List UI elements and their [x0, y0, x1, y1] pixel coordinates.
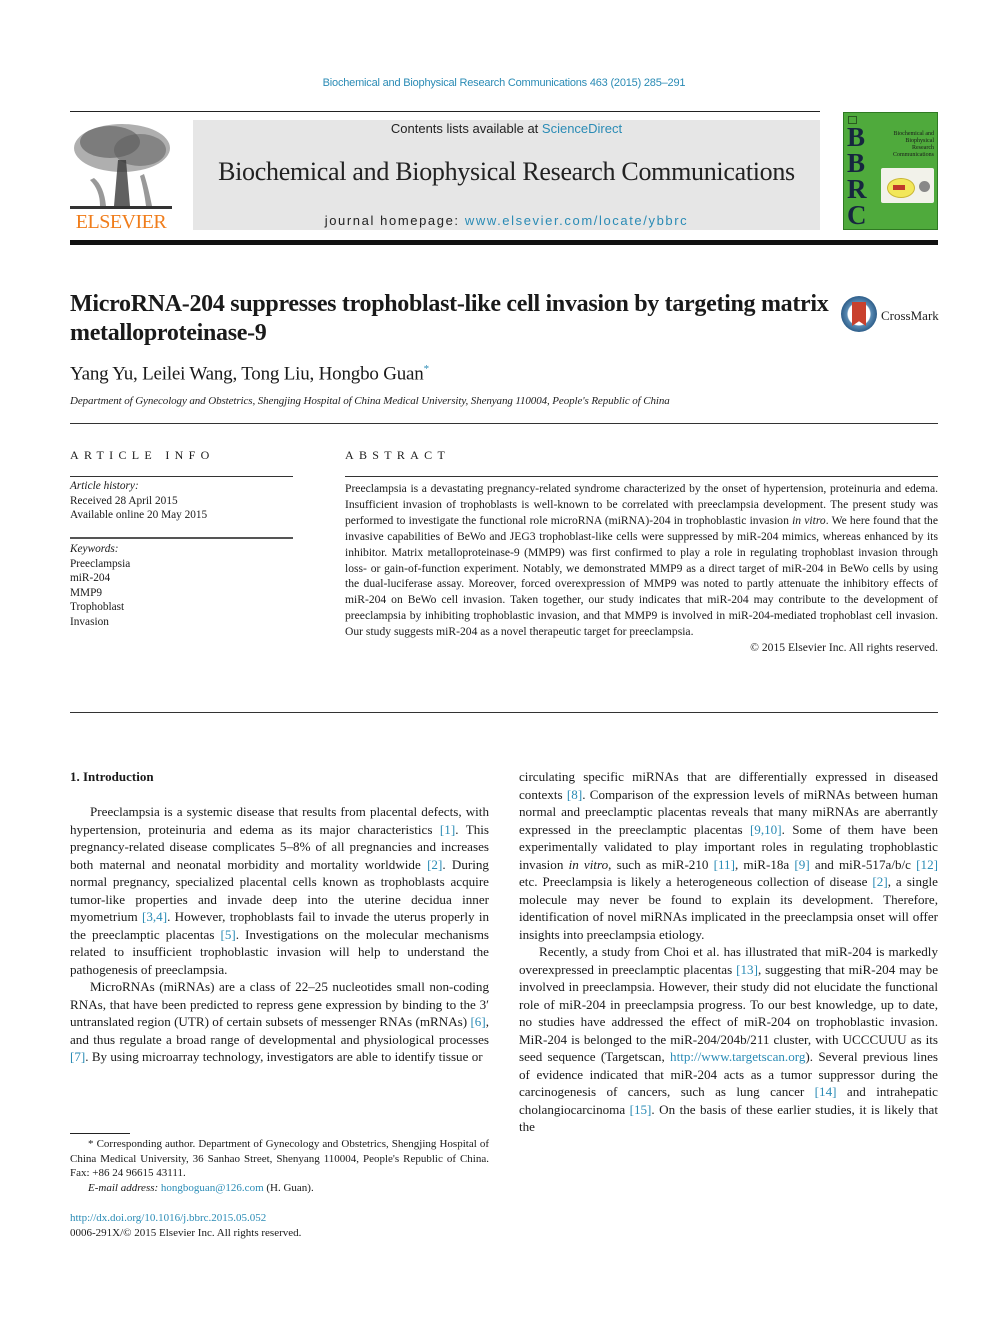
- contents-prefix: Contents lists available at: [390, 121, 542, 136]
- affiliation: Department of Gynecology and Obstetrics,…: [70, 395, 670, 407]
- cover-title-line: Biophysical: [905, 138, 934, 144]
- italic-term: in vitro: [568, 856, 609, 872]
- url-link[interactable]: http://www.targetscan.org: [670, 1049, 805, 1064]
- homepage-line: journal homepage: www.elsevier.com/locat…: [193, 213, 820, 228]
- citation-link[interactable]: [2]: [872, 874, 887, 889]
- article-title: MicroRNA-204 suppresses trophoblast-like…: [70, 291, 829, 346]
- journal-cover-thumbnail[interactable]: B B R C Biochemical and Biophysical Rese…: [843, 112, 938, 230]
- footnote-rule: [70, 1133, 130, 1134]
- abstract-text-part: . We here found that the invasive capabi…: [345, 513, 939, 639]
- cover-letter: R: [847, 174, 867, 204]
- email-suffix: (H. Guan).: [263, 1181, 314, 1194]
- cover-illustration-icon: [881, 168, 934, 203]
- section-heading-introduction: 1. Introduction: [70, 769, 154, 784]
- cover-letter: B: [847, 148, 866, 178]
- elsevier-wordmark: ELSEVIER: [75, 211, 167, 233]
- paragraph-text: , miR-18a: [734, 856, 795, 872]
- citation-link[interactable]: [8]: [567, 787, 582, 802]
- left-column: Preeclampsia is a systemic disease that …: [70, 803, 489, 1066]
- citation-link[interactable]: [3,4]: [142, 909, 167, 924]
- intro-paragraph: circulating specific miRNAs that are dif…: [519, 768, 938, 943]
- doi-block: http://dx.doi.org/10.1016/j.bbrc.2015.05…: [70, 1211, 301, 1241]
- intro-paragraph: MicroRNAs (miRNAs) are a class of 22–25 …: [70, 978, 489, 1066]
- cover-title-line: Biochemical and: [893, 131, 935, 137]
- paragraph-text: MicroRNAs (miRNAs) are a class of 22–25 …: [70, 979, 489, 1029]
- history-label: Article history:: [70, 480, 139, 492]
- homepage-prefix: journal homepage:: [324, 213, 465, 228]
- corresponding-author-mark[interactable]: *: [424, 363, 430, 375]
- citation-link[interactable]: [11]: [714, 857, 735, 872]
- citation-link[interactable]: [7]: [70, 1049, 85, 1064]
- keyword: Invasion: [70, 615, 109, 628]
- citation-link[interactable]: [15]: [630, 1102, 652, 1117]
- abstract-copyright: © 2015 Elsevier Inc. All rights reserved…: [750, 641, 938, 655]
- journal-masthead: Contents lists available at ScienceDirec…: [193, 120, 820, 230]
- citation-link[interactable]: [9,10]: [750, 822, 782, 837]
- abstract-body: Preeclampsia is a devastating pregnancy-…: [345, 481, 938, 656]
- paragraph-text: . By using microarray technology, invest…: [85, 1049, 483, 1064]
- sciencedirect-link[interactable]: ScienceDirect: [542, 121, 622, 136]
- citation-link[interactable]: [9]: [794, 857, 809, 872]
- cover-letter: B: [847, 122, 866, 152]
- issn-copyright: 0006-291X/© 2015 Elsevier Inc. All right…: [70, 1227, 302, 1239]
- affiliation-rule: [70, 423, 938, 424]
- header-rule: [70, 111, 820, 112]
- citation-link[interactable]: [5]: [221, 927, 236, 942]
- elsevier-logo[interactable]: ELSEVIER: [70, 120, 172, 233]
- keyword: MMP9: [70, 586, 103, 599]
- footnote: * Corresponding author. Department of Gy…: [70, 1137, 489, 1195]
- header-thick-rule: [70, 240, 938, 245]
- cover-letter: C: [847, 200, 867, 230]
- citation-link[interactable]: [2]: [427, 857, 442, 872]
- contents-line: Contents lists available at ScienceDirec…: [193, 121, 820, 136]
- abstract-rule: [345, 476, 938, 477]
- keyword: miR-204: [70, 572, 111, 584]
- journal-homepage-link[interactable]: www.elsevier.com/locate/ybbrc: [465, 213, 688, 228]
- abstract-text: Preeclampsia is a devastating pregnancy-…: [345, 481, 938, 640]
- paragraph-text: Preeclampsia is a systemic disease that …: [70, 804, 489, 837]
- cover-title-line: Communications: [893, 152, 934, 158]
- abstract-italic: in vitro: [792, 513, 826, 527]
- crossmark-label: CrossMark: [881, 308, 939, 323]
- article-history: Article history: Received 28 April 2015 …: [70, 479, 207, 523]
- abstract-bottom-rule: [70, 712, 938, 713]
- keywords-list: Keywords: Preeclampsia miR-204 MMP9 Trop…: [70, 542, 130, 629]
- journal-citation[interactable]: Biochemical and Biophysical Research Com…: [0, 77, 992, 89]
- email-link[interactable]: hongboguan@126.com: [161, 1182, 264, 1194]
- intro-paragraph: Recently, a study from Choi et al. has i…: [519, 943, 938, 1136]
- cover-title-line: Research: [912, 145, 934, 151]
- abstract-heading: ABSTRACT: [345, 448, 451, 462]
- keywords-rule: [70, 537, 293, 539]
- keyword: Preeclampsia: [70, 557, 131, 570]
- journal-title: Biochemical and Biophysical Research Com…: [218, 157, 795, 186]
- right-column: circulating specific miRNAs that are dif…: [519, 768, 938, 1136]
- paragraph-text: etc. Preeclampsia is likely a heterogene…: [519, 874, 873, 889]
- email-note: E-mail address: hongboguan@126.com (H. G…: [70, 1181, 489, 1196]
- citation-link[interactable]: [13]: [736, 962, 758, 977]
- corresponding-author-note: * Corresponding author. Department of Gy…: [70, 1138, 489, 1179]
- citation-link[interactable]: [12]: [916, 857, 938, 872]
- crossmark-button[interactable]: CrossMark: [840, 296, 950, 336]
- paragraph-text: , such as miR-210: [608, 856, 714, 872]
- email-label: E-mail address:: [88, 1181, 161, 1194]
- keyword: Trophoblast: [70, 601, 125, 613]
- received-date: Received 28 April 2015: [70, 494, 178, 507]
- authors-text: Yang Yu, Leilei Wang, Tong Liu, Hongbo G…: [70, 363, 424, 385]
- paragraph-text: and miR-517a/b/c: [809, 856, 917, 872]
- article-info-rule: [70, 476, 293, 477]
- doi-link[interactable]: http://dx.doi.org/10.1016/j.bbrc.2015.05…: [70, 1211, 301, 1226]
- citation-link[interactable]: [1]: [440, 822, 455, 837]
- available-date: Available online 20 May 2015: [70, 509, 208, 521]
- article-info-heading: ARTICLE INFO: [70, 448, 215, 462]
- citation-link[interactable]: [6]: [470, 1014, 485, 1029]
- citation-link[interactable]: [14]: [815, 1084, 837, 1099]
- keywords-label: Keywords:: [70, 543, 119, 555]
- cover-letters: B B R C: [847, 122, 867, 230]
- elsevier-tree-icon: [70, 120, 172, 212]
- cover-title: Biochemical and Biophysical Research Com…: [872, 131, 934, 159]
- author-list: Yang Yu, Leilei Wang, Tong Liu, Hongbo G…: [70, 363, 429, 385]
- intro-paragraph: Preeclampsia is a systemic disease that …: [70, 803, 489, 978]
